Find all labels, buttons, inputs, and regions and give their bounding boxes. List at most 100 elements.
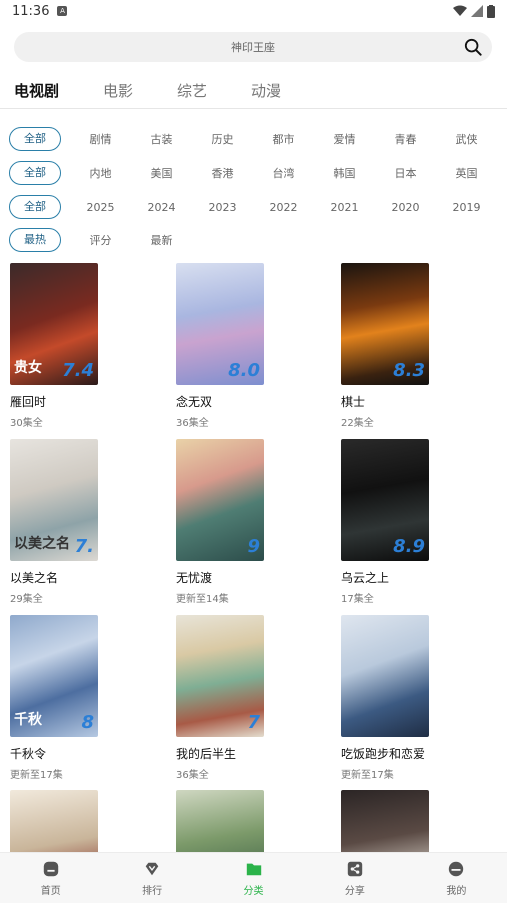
search-bar[interactable]: 神印王座 <box>14 32 492 62</box>
region-chip[interactable]: 英国 <box>436 165 497 181</box>
episode-status: 36集全 <box>176 418 209 429</box>
rating-badge: 8.3 <box>393 360 425 381</box>
drama-title: 吃饭跑步和恋爱 <box>341 747 426 761</box>
nav-label: 排行 <box>142 885 163 897</box>
sort-chip[interactable]: 最新 <box>131 232 192 248</box>
sort-chip[interactable]: 最热 <box>9 228 61 252</box>
nav-label: 分类 <box>243 885 264 897</box>
genre-chip[interactable]: 武侠 <box>436 131 497 147</box>
poster-image[interactable]: 9 <box>176 439 264 561</box>
episode-status: 17集全 <box>341 594 374 605</box>
year-chip[interactable]: 全部 <box>9 195 61 219</box>
poster-title: 贵女 <box>14 360 42 376</box>
rating-badge: 8.9 <box>393 536 425 557</box>
nav-profile[interactable]: 我的 <box>406 853 507 903</box>
poster-image[interactable]: 8.9 <box>341 439 429 561</box>
status-bar: 11:36 A <box>0 0 507 22</box>
genre-filter-row: 全部 剧情 古装 历史 都市 爱情 青春 武侠 <box>9 127 497 151</box>
poster-image[interactable]: 8.3 <box>341 263 429 385</box>
nav-ranking[interactable]: 排行 <box>101 853 202 903</box>
poster-image[interactable]: 贵女 7.4 <box>10 263 98 385</box>
rating-badge: 8 <box>81 712 94 733</box>
genre-chip[interactable]: 都市 <box>253 131 314 147</box>
home-icon <box>43 861 58 876</box>
drama-card[interactable]: 9 无忧渡 更新至14集 <box>176 439 264 605</box>
poster-image[interactable] <box>341 615 429 737</box>
profile-icon <box>449 861 464 876</box>
status-time: 11:36 <box>12 3 50 19</box>
drama-title: 棋士 <box>341 395 366 409</box>
genre-chip[interactable]: 青春 <box>375 131 436 147</box>
poster-image[interactable]: 以美之名 7. <box>10 439 98 561</box>
drama-title: 无忧渡 <box>176 571 213 585</box>
nav-label: 我的 <box>446 885 467 897</box>
poster-image[interactable]: 8.0 <box>176 263 264 385</box>
drama-card[interactable]: 贵女 7.4 雁回时 30集全 <box>10 263 98 429</box>
drama-title: 我的后半生 <box>176 747 237 761</box>
episode-status: 30集全 <box>10 418 43 429</box>
genre-chip[interactable]: 剧情 <box>70 131 131 147</box>
region-filter-row: 全部 内地 美国 香港 台湾 韩国 日本 英国 <box>9 161 497 185</box>
tab-anime[interactable]: 动漫 <box>251 80 281 101</box>
notification-icon: A <box>57 6 68 16</box>
signal-icon <box>471 5 483 17</box>
episode-status: 更新至14集 <box>176 594 229 605</box>
year-chip[interactable]: 2024 <box>131 201 192 214</box>
year-chip[interactable]: 2021 <box>314 201 375 214</box>
diamond-icon <box>145 862 159 875</box>
episode-status: 29集全 <box>10 594 43 605</box>
region-chip[interactable]: 美国 <box>131 165 192 181</box>
tab-variety[interactable]: 综艺 <box>177 80 207 101</box>
nav-label: 首页 <box>40 885 61 897</box>
rating-badge: 7 <box>247 712 260 733</box>
drama-card[interactable]: 吃饭跑步和恋爱 更新至17集 <box>341 615 429 781</box>
nav-category[interactable]: 分类 <box>203 853 304 903</box>
region-chip[interactable]: 韩国 <box>314 165 375 181</box>
episode-status: 22集全 <box>341 418 374 429</box>
year-chip[interactable]: 2023 <box>192 201 253 214</box>
drama-card[interactable]: 8.3 棋士 22集全 <box>341 263 429 429</box>
drama-card[interactable]: 7 我的后半生 36集全 <box>176 615 264 781</box>
region-chip[interactable]: 日本 <box>375 165 436 181</box>
nav-label: 分享 <box>344 885 365 897</box>
genre-chip[interactable]: 古装 <box>131 131 192 147</box>
share-icon <box>347 861 363 876</box>
drama-card[interactable]: 千秋 8 千秋令 更新至17集 <box>10 615 98 781</box>
drama-card[interactable]: 以美之名 7. 以美之名 29集全 <box>10 439 98 605</box>
genre-chip[interactable]: 爱情 <box>314 131 375 147</box>
wifi-icon <box>453 5 467 16</box>
genre-chip[interactable]: 历史 <box>192 131 253 147</box>
drama-card[interactable]: 8.9 乌云之上 17集全 <box>341 439 429 605</box>
drama-title: 乌云之上 <box>341 571 390 585</box>
search-icon[interactable] <box>464 38 482 56</box>
year-chip[interactable]: 2025 <box>70 201 131 214</box>
nav-home[interactable]: 首页 <box>0 853 101 903</box>
poster-image[interactable]: 千秋 8 <box>10 615 98 737</box>
folder-icon <box>246 863 261 875</box>
nav-share[interactable]: 分享 <box>304 853 405 903</box>
region-chip[interactable]: 全部 <box>9 161 61 185</box>
drama-title: 千秋令 <box>10 747 47 761</box>
rating-badge: 8.0 <box>228 360 260 381</box>
year-chip[interactable]: 2020 <box>375 201 436 214</box>
battery-icon <box>487 4 495 18</box>
year-chip[interactable]: 2019 <box>436 201 497 214</box>
region-chip[interactable]: 香港 <box>192 165 253 181</box>
episode-status: 36集全 <box>176 770 209 781</box>
poster-title: 千秋 <box>14 712 42 728</box>
genre-chip[interactable]: 全部 <box>9 127 61 151</box>
year-chip[interactable]: 2022 <box>253 201 314 214</box>
tabs-divider <box>0 108 507 109</box>
tab-tv[interactable]: 电视剧 <box>14 80 59 101</box>
search-placeholder: 神印王座 <box>231 41 275 54</box>
drama-title: 以美之名 <box>10 571 59 585</box>
episode-status: 更新至17集 <box>341 770 394 781</box>
region-chip[interactable]: 台湾 <box>253 165 314 181</box>
rating-badge: 7. <box>74 536 94 557</box>
region-chip[interactable]: 内地 <box>70 165 131 181</box>
tab-movie[interactable]: 电影 <box>103 80 133 101</box>
drama-title: 雁回时 <box>10 395 47 409</box>
drama-card[interactable]: 8.0 念无双 36集全 <box>176 263 264 429</box>
sort-chip[interactable]: 评分 <box>70 232 131 248</box>
poster-image[interactable]: 7 <box>176 615 264 737</box>
